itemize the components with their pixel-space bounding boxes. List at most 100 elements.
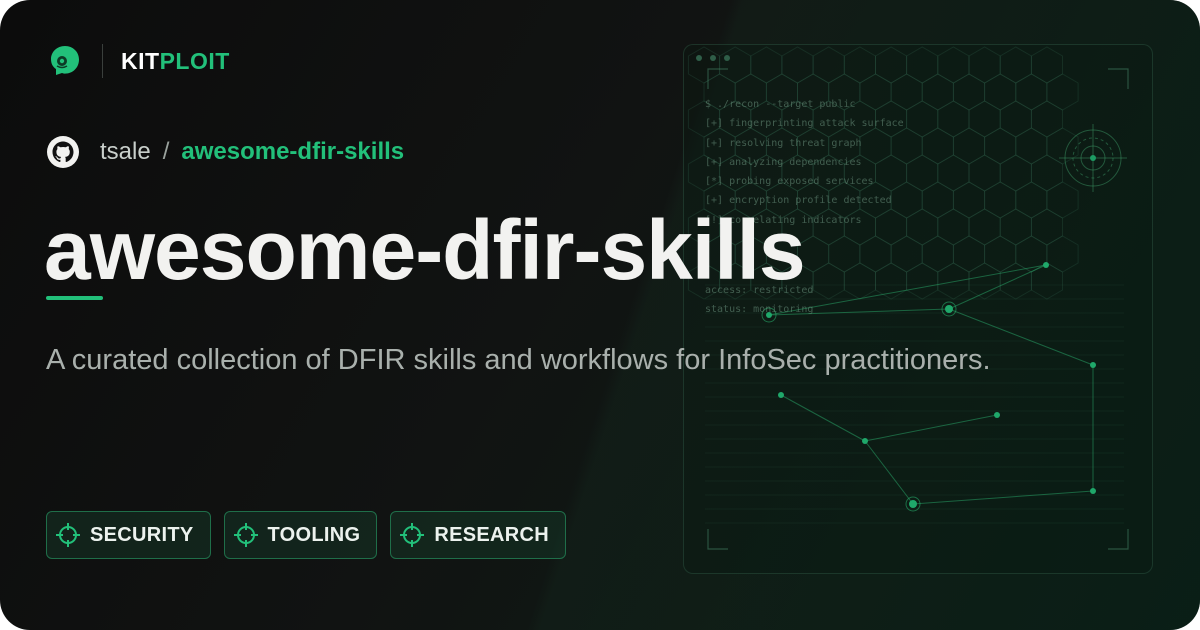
terminal-line: $ ./recon --target public (705, 99, 856, 110)
hex-cell (843, 46, 876, 84)
breadcrumb-separator: / (162, 138, 170, 165)
hex-cell (937, 100, 970, 138)
network-edge (780, 394, 866, 442)
hex-cell (875, 262, 908, 300)
network-node (1090, 488, 1096, 494)
hex-cell (921, 127, 954, 165)
crosshair-icon (56, 523, 80, 547)
hex-cell (999, 46, 1032, 84)
crosshair-icon (400, 523, 425, 547)
hex-cell (968, 46, 1001, 84)
hex-cell (906, 154, 939, 192)
hex-cell (984, 235, 1017, 273)
brand-wordmark: KITPLOIT (121, 48, 230, 75)
terminal-line: [+] resolving threat graph (705, 137, 862, 149)
network-edge (912, 490, 1094, 505)
network-edge (864, 414, 998, 442)
tag-label: SECURITY (90, 523, 194, 546)
hex-cell (1030, 262, 1063, 300)
hex-cell (1046, 73, 1079, 111)
tag-list: SECURITY TOOLING RESEARCH (46, 511, 567, 559)
hex-cell (999, 100, 1032, 138)
terminal-status-line: status: monitoring (705, 304, 814, 316)
brand-ploit: PLOIT (159, 47, 230, 74)
hex-cell (999, 154, 1032, 192)
tag-tooling[interactable]: TOOLING (223, 511, 378, 559)
github-icon (47, 136, 79, 168)
hex-cell (952, 235, 986, 273)
hex-cell (1030, 208, 1063, 246)
hex-cell (968, 208, 1001, 246)
network-node (945, 305, 953, 313)
hex-cell (828, 235, 861, 273)
network-node (1043, 262, 1049, 268)
hex-cell (812, 262, 845, 300)
kitploit-mascot-icon (51, 46, 79, 75)
hex-cell (781, 46, 814, 84)
hex-cell (1030, 154, 1063, 192)
hex-cell (1015, 127, 1048, 165)
hex-cell (750, 46, 783, 84)
hex-cell (906, 262, 939, 300)
hex-cell (719, 46, 752, 84)
social-card: $ ./recon --target public [+] fingerprin… (0, 0, 1200, 630)
hex-cell (984, 181, 1017, 219)
hex-cell (984, 73, 1017, 111)
target-center (1090, 155, 1096, 161)
hex-cell (968, 100, 1001, 138)
network-node (994, 412, 1000, 418)
hex-cell (999, 208, 1032, 246)
title-underline (46, 296, 103, 300)
terminal-panel: $ ./recon --target public [+] fingerprin… (683, 44, 1153, 574)
logo-divider (102, 44, 103, 78)
hex-cell (1046, 181, 1079, 219)
hex-cell (875, 46, 908, 84)
tag-research[interactable]: RESEARCH (390, 511, 567, 559)
hex-cell (921, 235, 954, 273)
hex-cell (937, 154, 970, 192)
hex-cell (937, 208, 970, 246)
hex-cell (1046, 235, 1079, 273)
hex-cell (890, 235, 923, 273)
terminal-line: [*] probing exposed services (705, 176, 874, 188)
hex-cell (906, 208, 939, 246)
hex-cell (859, 235, 892, 273)
hex-cell (937, 262, 970, 300)
hex-cell (1015, 73, 1048, 111)
hex-cell (937, 46, 970, 84)
hex-cell (906, 46, 939, 84)
terminal-line: [+] fingerprinting attack surface (705, 118, 904, 130)
hex-cell (984, 127, 1017, 165)
network-node (862, 438, 868, 444)
hex-cell (1030, 100, 1063, 138)
hex-cell (921, 73, 954, 111)
page-title: awesome-dfir-skills (44, 203, 806, 297)
network-node (909, 500, 917, 508)
terminal-line: [+] analyzing dependencies (705, 156, 862, 168)
brand-header[interactable]: KITPLOIT (48, 42, 230, 80)
tag-label: RESEARCH (434, 523, 550, 546)
hex-cell (968, 262, 1001, 300)
hex-cell (968, 154, 1001, 192)
corner-bracket (707, 529, 728, 550)
corner-bracket (1108, 68, 1129, 89)
hex-cell (906, 100, 939, 138)
network-node (1090, 362, 1096, 368)
hex-cell (1030, 46, 1063, 84)
hex-cell (921, 181, 954, 219)
tag-security[interactable]: SECURITY (46, 511, 211, 559)
hex-cell (952, 73, 986, 111)
repo-description: A curated collection of DFIR skills and … (46, 344, 991, 376)
corner-bracket (1108, 529, 1129, 550)
network-node (778, 392, 784, 398)
repo-owner[interactable]: tsale (100, 138, 151, 166)
hex-cell (812, 46, 845, 84)
repo-name-link[interactable]: awesome-dfir-skills (181, 138, 404, 166)
hex-cell (843, 262, 876, 300)
tag-label: TOOLING (267, 523, 361, 546)
breadcrumb: tsale / awesome-dfir-skills (46, 134, 404, 170)
crosshair-icon (233, 523, 258, 547)
hex-cell (687, 46, 721, 84)
brand-kit: KIT (121, 47, 160, 74)
hex-cell (1015, 181, 1048, 219)
